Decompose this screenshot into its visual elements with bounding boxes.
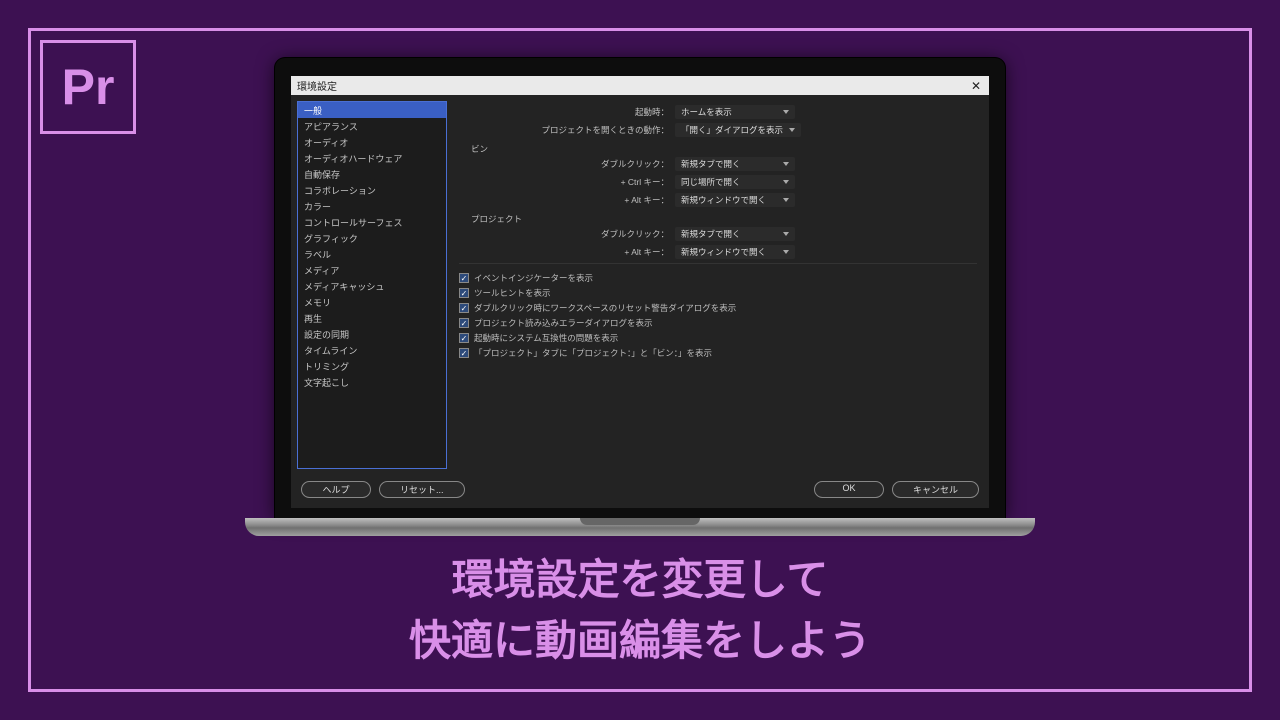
checkbox-icon[interactable]: ✓ <box>459 348 469 358</box>
pref-row-bin-dblclick: ダブルクリック： 新規タブで開く <box>459 157 977 171</box>
pref-row-open-project: プロジェクトを開くときの動作： 「開く」ダイアログを表示 <box>459 123 977 137</box>
laptop-screen: 環境設定 ✕ 一般 アピアランス オーディオ オーディオハードウェア 自動保存 … <box>275 58 1005 518</box>
sidebar-item-audio[interactable]: オーディオ <box>298 134 446 150</box>
main-panel: 起動時： ホームを表示 プロジェクトを開くときの動作： 「開く」ダイアログを表示… <box>453 101 983 469</box>
checkbox-icon[interactable]: ✓ <box>459 303 469 313</box>
check-load-error[interactable]: ✓ プロジェクト読み込みエラーダイアログを表示 <box>459 317 977 329</box>
bin-ctrl-dropdown[interactable]: 同じ場所で開く <box>675 175 795 189</box>
check-label: プロジェクト読み込みエラーダイアログを表示 <box>474 317 653 329</box>
sidebar-item-autosave[interactable]: 自動保存 <box>298 166 446 182</box>
check-label: ダブルクリック時にワークスペースのリセット警告ダイアログを表示 <box>474 302 736 314</box>
app-logo: Pr <box>40 40 136 134</box>
sidebar-item-labels[interactable]: ラベル <box>298 246 446 262</box>
help-button[interactable]: ヘルプ <box>301 481 371 498</box>
dialog-title-bar: 環境設定 ✕ <box>291 76 989 95</box>
check-event-indicator[interactable]: ✓ イベントインジケーターを表示 <box>459 272 977 284</box>
sidebar-item-sync-settings[interactable]: 設定の同期 <box>298 326 446 342</box>
sidebar-item-playback[interactable]: 再生 <box>298 310 446 326</box>
check-tooltips[interactable]: ✓ ツールヒントを表示 <box>459 287 977 299</box>
bin-dblclick-dropdown[interactable]: 新規タブで開く <box>675 157 795 171</box>
pref-row-project-alt: + Alt キー： 新規ウィンドウで開く <box>459 245 977 259</box>
open-project-dropdown[interactable]: 「開く」ダイアログを表示 <box>675 123 801 137</box>
caption-text: 環境設定を変更して 快適に動画編集をしよう <box>0 550 1280 672</box>
sidebar-item-media[interactable]: メディア <box>298 262 446 278</box>
check-label: 起動時にシステム互換性の問題を表示 <box>474 332 618 344</box>
check-label: ツールヒントを表示 <box>474 287 551 299</box>
section-project-label: プロジェクト <box>471 213 977 225</box>
row-label: プロジェクトを開くときの動作： <box>459 124 669 136</box>
row-label: + Alt キー： <box>459 194 669 206</box>
preferences-dialog: 環境設定 ✕ 一般 アピアランス オーディオ オーディオハードウェア 自動保存 … <box>291 76 989 508</box>
checkbox-icon[interactable]: ✓ <box>459 273 469 283</box>
project-alt-dropdown[interactable]: 新規ウィンドウで開く <box>675 245 795 259</box>
dialog-footer: ヘルプ リセット... OK キャンセル <box>291 475 989 508</box>
app-logo-text: Pr <box>62 58 115 116</box>
sidebar-item-general[interactable]: 一般 <box>298 102 446 118</box>
cancel-button[interactable]: キャンセル <box>892 481 979 498</box>
bin-alt-dropdown[interactable]: 新規ウィンドウで開く <box>675 193 795 207</box>
laptop-mockup: 環境設定 ✕ 一般 アピアランス オーディオ オーディオハードウェア 自動保存 … <box>275 58 1005 536</box>
laptop-base <box>245 518 1035 536</box>
row-label: + Alt キー： <box>459 246 669 258</box>
sidebar-item-audio-hardware[interactable]: オーディオハードウェア <box>298 150 446 166</box>
sidebar-item-appearance[interactable]: アピアランス <box>298 118 446 134</box>
sidebar-item-memory[interactable]: メモリ <box>298 294 446 310</box>
preferences-sidebar: 一般 アピアランス オーディオ オーディオハードウェア 自動保存 コラボレーショ… <box>297 101 447 469</box>
startup-dropdown[interactable]: ホームを表示 <box>675 105 795 119</box>
row-label: + Ctrl キー： <box>459 176 669 188</box>
pref-row-bin-alt: + Alt キー： 新規ウィンドウで開く <box>459 193 977 207</box>
sidebar-item-color[interactable]: カラー <box>298 198 446 214</box>
checkbox-icon[interactable]: ✓ <box>459 288 469 298</box>
sidebar-item-graphics[interactable]: グラフィック <box>298 230 446 246</box>
sidebar-item-control-surface[interactable]: コントロールサーフェス <box>298 214 446 230</box>
row-label: ダブルクリック： <box>459 228 669 240</box>
sidebar-item-transcription[interactable]: 文字起こし <box>298 374 446 390</box>
dialog-title: 環境設定 <box>297 78 337 93</box>
sidebar-item-trimming[interactable]: トリミング <box>298 358 446 374</box>
row-label: ダブルクリック： <box>459 158 669 170</box>
check-workspace-reset[interactable]: ✓ ダブルクリック時にワークスペースのリセット警告ダイアログを表示 <box>459 302 977 314</box>
project-dblclick-dropdown[interactable]: 新規タブで開く <box>675 227 795 241</box>
check-compat[interactable]: ✓ 起動時にシステム互換性の問題を表示 <box>459 332 977 344</box>
sidebar-item-media-cache[interactable]: メディアキャッシュ <box>298 278 446 294</box>
checkbox-icon[interactable]: ✓ <box>459 333 469 343</box>
pref-row-bin-ctrl: + Ctrl キー： 同じ場所で開く <box>459 175 977 189</box>
check-label: イベントインジケーターを表示 <box>474 272 593 284</box>
section-bin-label: ビン <box>471 143 977 155</box>
laptop-notch <box>580 518 700 525</box>
sidebar-item-timeline[interactable]: タイムライン <box>298 342 446 358</box>
row-label: 起動時： <box>459 106 669 118</box>
check-project-tab-prefix[interactable]: ✓ 「プロジェクト」タブに「プロジェクト：」と「ビン：」を表示 <box>459 347 977 359</box>
check-label: 「プロジェクト」タブに「プロジェクト：」と「ビン：」を表示 <box>474 347 712 359</box>
ok-button[interactable]: OK <box>814 481 884 498</box>
divider <box>459 263 977 264</box>
dialog-body: 一般 アピアランス オーディオ オーディオハードウェア 自動保存 コラボレーショ… <box>291 95 989 475</box>
pref-row-project-dblclick: ダブルクリック： 新規タブで開く <box>459 227 977 241</box>
sidebar-item-collaboration[interactable]: コラボレーション <box>298 182 446 198</box>
checkbox-icon[interactable]: ✓ <box>459 318 469 328</box>
close-icon[interactable]: ✕ <box>969 79 983 93</box>
pref-row-startup: 起動時： ホームを表示 <box>459 105 977 119</box>
reset-button[interactable]: リセット... <box>379 481 465 498</box>
